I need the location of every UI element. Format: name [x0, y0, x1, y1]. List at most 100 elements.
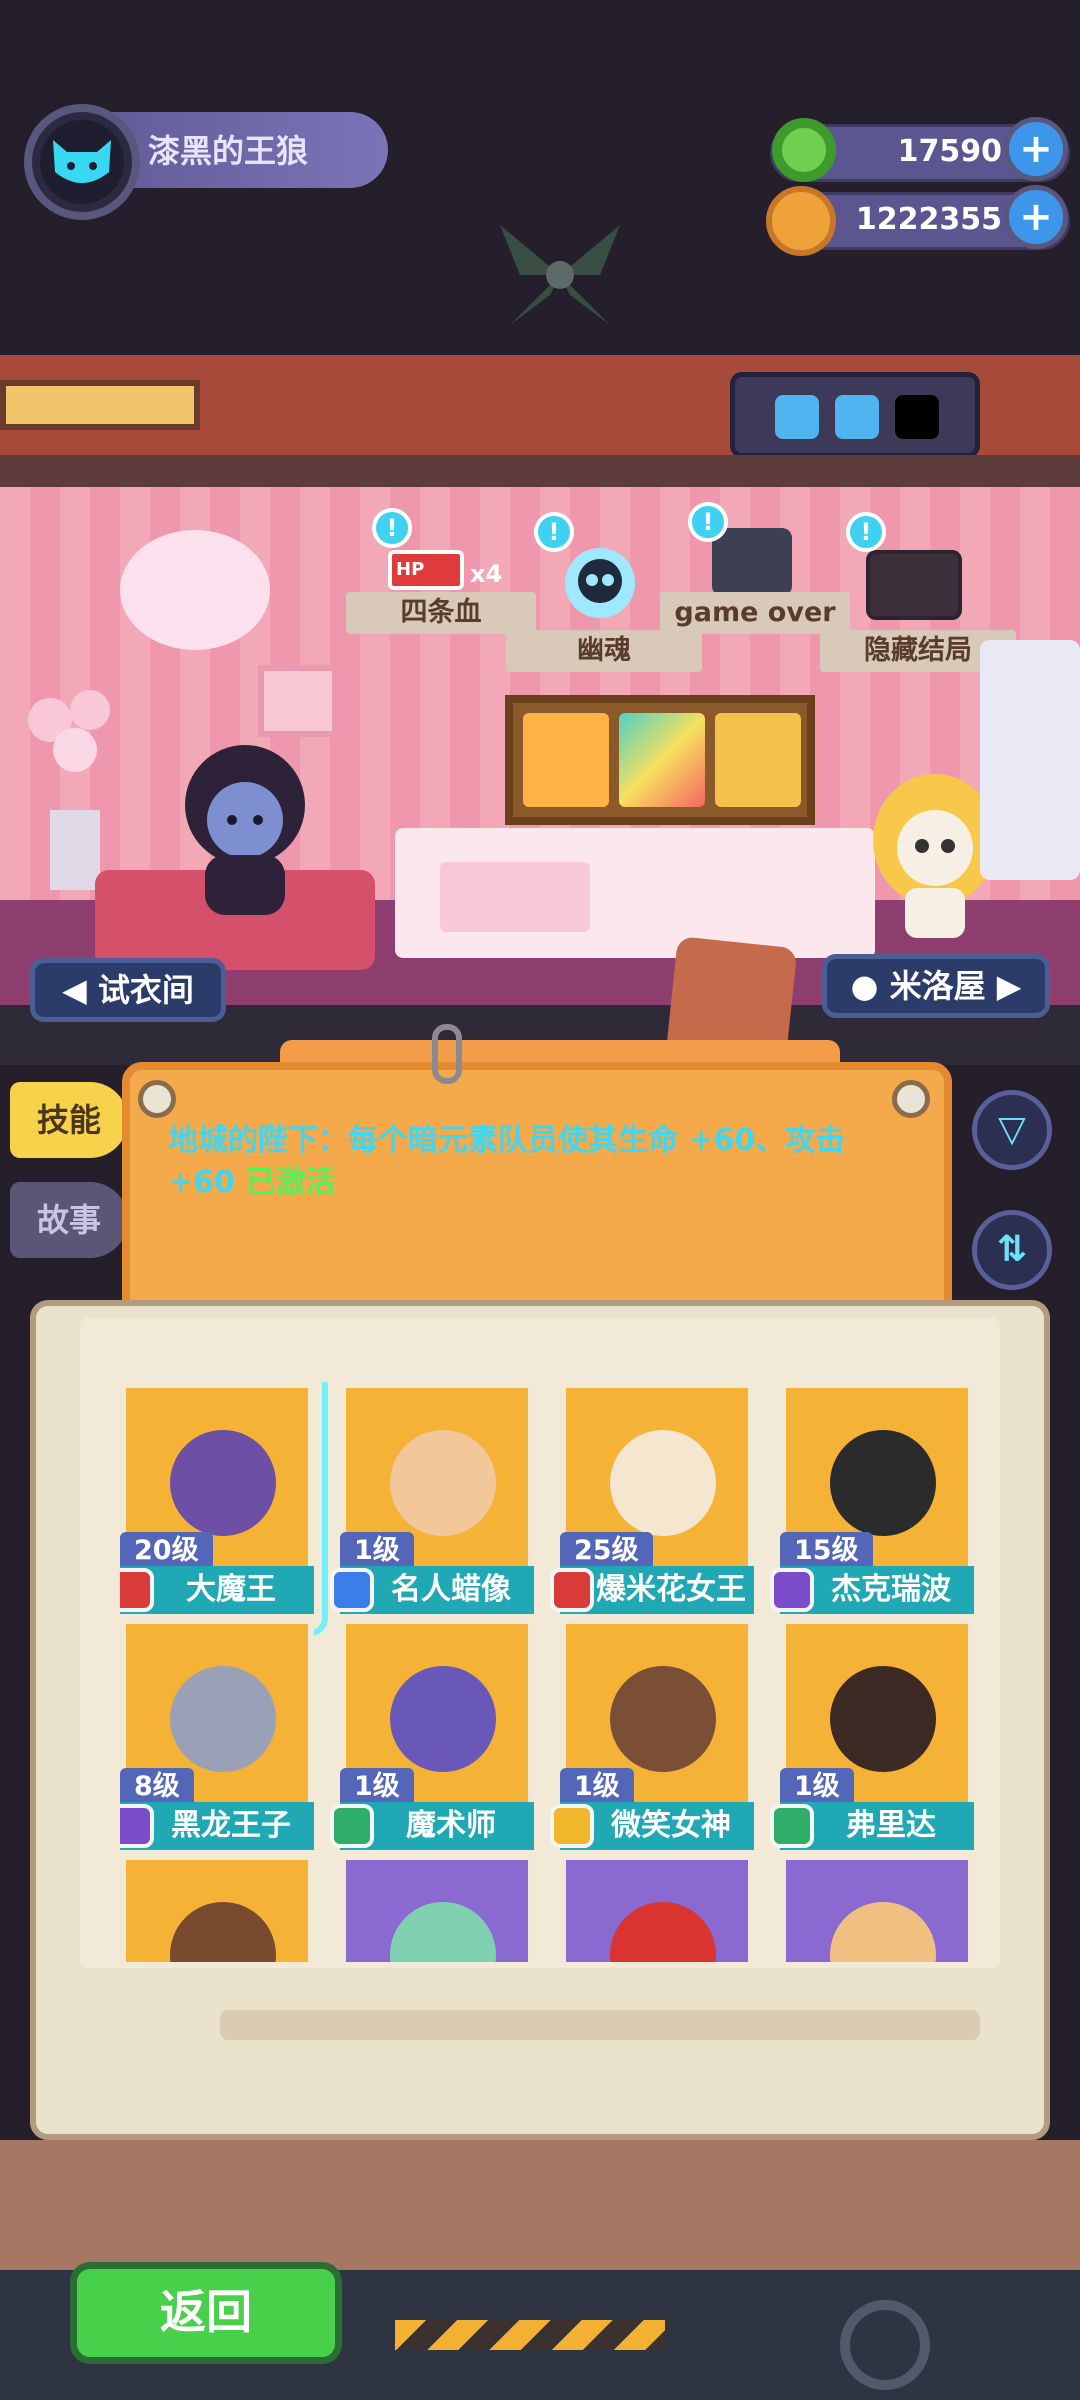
gravestone-tv-icon	[712, 528, 792, 596]
character-card[interactable]	[120, 1854, 314, 1962]
character-card[interactable]: 8级 黑龙王子	[120, 1618, 314, 1850]
ending-collection-frame[interactable]	[505, 695, 815, 825]
character-level: 25级	[560, 1532, 653, 1570]
desk-drawer	[440, 862, 590, 932]
character-card[interactable]: 1级 微笑女神	[550, 1618, 754, 1850]
hidden-ending-tv-icon	[866, 550, 962, 620]
character-card[interactable]: 1级 魔术师	[330, 1618, 534, 1850]
element-badge-icon	[330, 1568, 374, 1612]
character-level: 15级	[780, 1532, 873, 1570]
player-avatar[interactable]	[24, 104, 140, 220]
pin-icon	[892, 1080, 930, 1118]
element-badge-icon	[330, 1804, 374, 1848]
skill-description: 地城的陛下：每个暗元素队员使其生命 +60、攻击 +60 已激活	[168, 1123, 846, 1200]
pompom-decoration	[120, 530, 270, 650]
character-card[interactable]	[340, 1854, 534, 1962]
room-ledge	[0, 455, 1080, 487]
green-donut-icon	[772, 118, 836, 182]
tab-skill[interactable]: 技能	[10, 1082, 128, 1158]
character-face	[390, 1430, 496, 1536]
character-level: 1级	[340, 1768, 414, 1806]
info-icon[interactable]: !	[846, 512, 886, 552]
plus-icon: +	[1019, 126, 1053, 172]
hazard-stripe	[395, 2320, 665, 2350]
hp-battery-icon: HP	[388, 550, 464, 590]
character-level: 1级	[340, 1532, 414, 1570]
energy-cell-empty-icon	[895, 395, 939, 439]
filter-button[interactable]: ▽	[972, 1090, 1052, 1170]
character-card[interactable]: 15级 杰克瑞波	[770, 1382, 974, 1614]
element-badge-icon	[770, 1568, 814, 1612]
ending-tag-game-over[interactable]: game over	[660, 592, 850, 634]
character-level: 8级	[120, 1768, 194, 1806]
character-face	[170, 1666, 276, 1772]
frame-slot-unlocked	[523, 713, 609, 807]
fitting-room-button[interactable]: ◀ 试衣间	[30, 958, 226, 1022]
character-card[interactable]: 20级 大魔王	[120, 1382, 328, 1636]
character-card[interactable]: 25级 爆米花女王	[550, 1382, 754, 1614]
add-coin-button[interactable]: +	[1004, 185, 1068, 249]
frame-slot-locked	[619, 713, 705, 807]
character-face	[610, 1902, 716, 1962]
character-card[interactable]	[560, 1854, 754, 1962]
back-button[interactable]: 返回	[70, 2262, 342, 2364]
character-portrait	[560, 1854, 754, 1962]
element-badge-icon	[550, 1804, 594, 1848]
filter-icon: ▽	[998, 1109, 1026, 1150]
element-badge-icon	[120, 1804, 154, 1848]
windmill-decoration	[480, 215, 640, 335]
character-face	[830, 1902, 936, 1962]
paperclip-icon	[432, 1024, 462, 1084]
sort-button[interactable]: ⇅	[972, 1210, 1052, 1290]
info-icon[interactable]: !	[688, 502, 728, 542]
book-spine	[0, 2140, 1080, 2270]
skill-status: 已激活	[245, 1165, 336, 1200]
frame-slot-locked	[715, 713, 801, 807]
hp-multiplier: x4	[470, 560, 503, 588]
character-portrait	[340, 1854, 534, 1962]
selection-highlight	[120, 1382, 328, 1636]
energy-cell-icon	[775, 395, 819, 439]
character-face	[170, 1902, 276, 1962]
ending-tag-ghost[interactable]: 幽魂	[506, 630, 702, 672]
character-grid: 20级 大魔王 1级 名人蜡像 25级 爆米花女王 15级 杰克瑞波 8级 黑龙王子 1级 魔术师 1级…	[120, 1382, 980, 1962]
sort-icon: ⇅	[996, 1229, 1028, 1270]
character-face	[610, 1430, 716, 1536]
tab-story[interactable]: 故事	[10, 1182, 128, 1258]
character-face	[390, 1902, 496, 1962]
milo-house-button[interactable]: ● 米洛屋 ▶	[822, 954, 1050, 1018]
coin-count: 1222355	[855, 202, 1002, 237]
ghost-skull-icon	[565, 548, 635, 618]
character-card[interactable]	[780, 1854, 974, 1962]
pin-icon	[138, 1080, 176, 1118]
character-level: 1级	[560, 1768, 634, 1806]
demon-king-character[interactable]	[160, 735, 330, 925]
black-cat-icon	[40, 120, 124, 204]
character-face	[390, 1666, 496, 1772]
heart-frame-decoration	[258, 665, 338, 737]
book-hint-text	[220, 2010, 980, 2040]
character-portrait	[120, 1854, 314, 1962]
character-level: 1级	[780, 1768, 854, 1806]
gear-decoration	[840, 2300, 930, 2390]
roof-vent	[0, 380, 200, 430]
info-icon[interactable]: !	[534, 512, 574, 552]
character-face	[830, 1430, 936, 1536]
character-portrait	[780, 1854, 974, 1962]
character-face	[830, 1666, 936, 1772]
sailor-outfit-decoration	[980, 640, 1080, 880]
donut-count: 17590	[897, 134, 1002, 169]
character-card[interactable]: 1级 弗里达	[770, 1618, 974, 1850]
character-card[interactable]: 1级 名人蜡像	[330, 1382, 534, 1614]
flower-vase-decoration	[20, 690, 130, 890]
planet-coin-icon	[766, 186, 836, 256]
ending-tag-four-hp[interactable]: 四条血	[346, 592, 536, 634]
info-icon[interactable]: !	[372, 508, 412, 548]
character-face	[610, 1666, 716, 1772]
plus-icon: +	[1019, 194, 1053, 240]
add-donut-button[interactable]: +	[1004, 117, 1068, 181]
energy-meter	[730, 372, 980, 458]
player-name: 漆黑的王狼	[148, 132, 309, 170]
element-badge-icon	[770, 1804, 814, 1848]
element-badge-icon	[550, 1568, 594, 1612]
